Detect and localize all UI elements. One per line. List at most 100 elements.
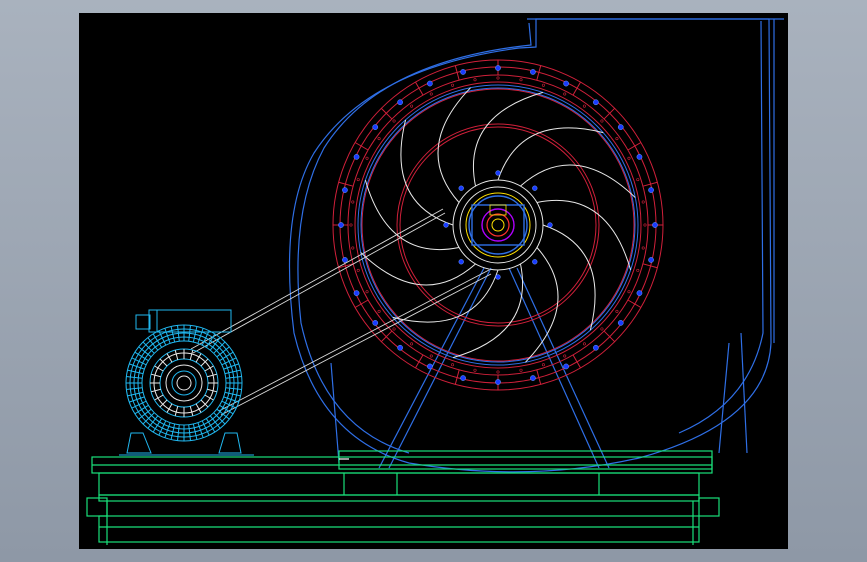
housing-leg-left bbox=[330, 362, 340, 464]
hole-6 bbox=[582, 342, 586, 346]
blade-7 bbox=[437, 87, 471, 203]
fan-base-plate bbox=[338, 450, 713, 470]
hole-28 bbox=[451, 83, 455, 87]
hole-7 bbox=[563, 354, 567, 358]
base-end-right bbox=[698, 497, 720, 517]
hole-26 bbox=[410, 104, 414, 108]
hub-bolt-0 bbox=[547, 222, 553, 228]
blade-4 bbox=[360, 252, 476, 286]
hole-27 bbox=[429, 92, 433, 96]
bolt-12 bbox=[353, 290, 360, 296]
bolt-26 bbox=[636, 154, 643, 160]
motor-cable-gland bbox=[135, 314, 151, 330]
hole-32 bbox=[541, 83, 545, 87]
hub-bolt-1 bbox=[532, 259, 538, 265]
bolt-1 bbox=[648, 257, 654, 263]
ring-rib-20 bbox=[572, 81, 581, 96]
hole-29 bbox=[473, 78, 477, 82]
hub-yellow bbox=[465, 192, 531, 258]
bearing-block bbox=[471, 204, 525, 246]
bolt-18 bbox=[397, 99, 403, 106]
bolt-5 bbox=[563, 363, 569, 370]
hole-15 bbox=[392, 327, 396, 331]
blade-1 bbox=[525, 247, 559, 363]
blade-2 bbox=[452, 263, 524, 359]
ring-rib-14 bbox=[354, 142, 369, 151]
motor-pulley-spoke-7 bbox=[174, 406, 179, 416]
blade-8 bbox=[472, 91, 544, 187]
hole-36 bbox=[615, 137, 619, 141]
motor-foot-left bbox=[126, 432, 152, 454]
cad-viewport[interactable] bbox=[79, 13, 788, 549]
base-lower-beam bbox=[98, 515, 700, 543]
hub-shaft-mid bbox=[486, 213, 510, 237]
hole-4 bbox=[615, 309, 619, 313]
hole-0 bbox=[643, 223, 647, 227]
electric-motor bbox=[119, 309, 254, 456]
bolt-4 bbox=[593, 344, 599, 351]
hub-shaft-core bbox=[491, 218, 505, 232]
bolt-7 bbox=[495, 379, 501, 385]
hole-30 bbox=[496, 76, 500, 80]
bolt-11 bbox=[372, 320, 379, 326]
motor-pulley-spoke-23 bbox=[207, 373, 217, 378]
bolt-24 bbox=[593, 99, 599, 106]
hole-31 bbox=[519, 78, 523, 82]
ring-rib-16 bbox=[415, 81, 424, 96]
hole-16 bbox=[377, 309, 381, 313]
blade-9 bbox=[497, 127, 604, 181]
bolt-25 bbox=[617, 124, 624, 130]
blade-11 bbox=[536, 199, 632, 271]
hub-bolt-7 bbox=[532, 185, 538, 191]
bolt-8 bbox=[460, 375, 466, 381]
bolt-3 bbox=[617, 320, 624, 326]
bolt-27 bbox=[648, 187, 654, 193]
hub-bolt-3 bbox=[458, 259, 464, 265]
hole-3 bbox=[627, 290, 631, 294]
blade-5 bbox=[364, 179, 460, 251]
ring-rib-4 bbox=[572, 354, 581, 369]
motor-pulley-spoke-19 bbox=[189, 350, 194, 360]
hole-9 bbox=[519, 368, 523, 372]
base-upper-flange bbox=[98, 494, 700, 502]
hub-bolt-4 bbox=[443, 222, 449, 228]
bolt-22 bbox=[530, 69, 536, 75]
impeller-rings bbox=[332, 59, 664, 391]
hub-bolt-2 bbox=[495, 274, 501, 280]
impeller-hub bbox=[452, 179, 544, 271]
bolt-17 bbox=[372, 124, 379, 130]
hole-20 bbox=[349, 223, 353, 227]
bolt-9 bbox=[427, 363, 433, 370]
bolt-6 bbox=[530, 375, 536, 381]
bolt-2 bbox=[636, 290, 643, 296]
housing-leg-right bbox=[718, 342, 730, 454]
bolt-14 bbox=[338, 222, 344, 228]
motor-pulley-spoke-3 bbox=[200, 399, 209, 408]
hole-34 bbox=[582, 104, 586, 108]
motor-pulley-ring-4 bbox=[171, 370, 197, 396]
hole-38 bbox=[636, 178, 640, 182]
hole-22 bbox=[356, 178, 360, 182]
bolt-15 bbox=[342, 187, 348, 193]
motor-pulley-ring-2 bbox=[159, 358, 209, 408]
hole-1 bbox=[641, 246, 645, 250]
impeller-ring-6 bbox=[399, 126, 597, 324]
bolt-23 bbox=[563, 80, 569, 87]
motor-pulley-spoke-5 bbox=[189, 406, 194, 416]
base-frame bbox=[86, 450, 720, 545]
impeller-ring-5 bbox=[396, 123, 600, 327]
hole-33 bbox=[563, 92, 567, 96]
fan-drawing bbox=[86, 18, 784, 545]
motor-pulley-spoke-1 bbox=[207, 388, 217, 393]
bolt-19 bbox=[427, 80, 433, 87]
bolt-0 bbox=[652, 222, 658, 228]
hole-11 bbox=[473, 368, 477, 372]
hole-35 bbox=[600, 119, 604, 123]
hole-21 bbox=[351, 200, 355, 204]
blade-6 bbox=[400, 119, 454, 226]
hole-23 bbox=[365, 156, 369, 160]
motor-foot-right bbox=[218, 432, 242, 454]
bolt-16 bbox=[353, 154, 360, 160]
bolt-13 bbox=[342, 257, 348, 263]
hole-14 bbox=[410, 342, 414, 346]
